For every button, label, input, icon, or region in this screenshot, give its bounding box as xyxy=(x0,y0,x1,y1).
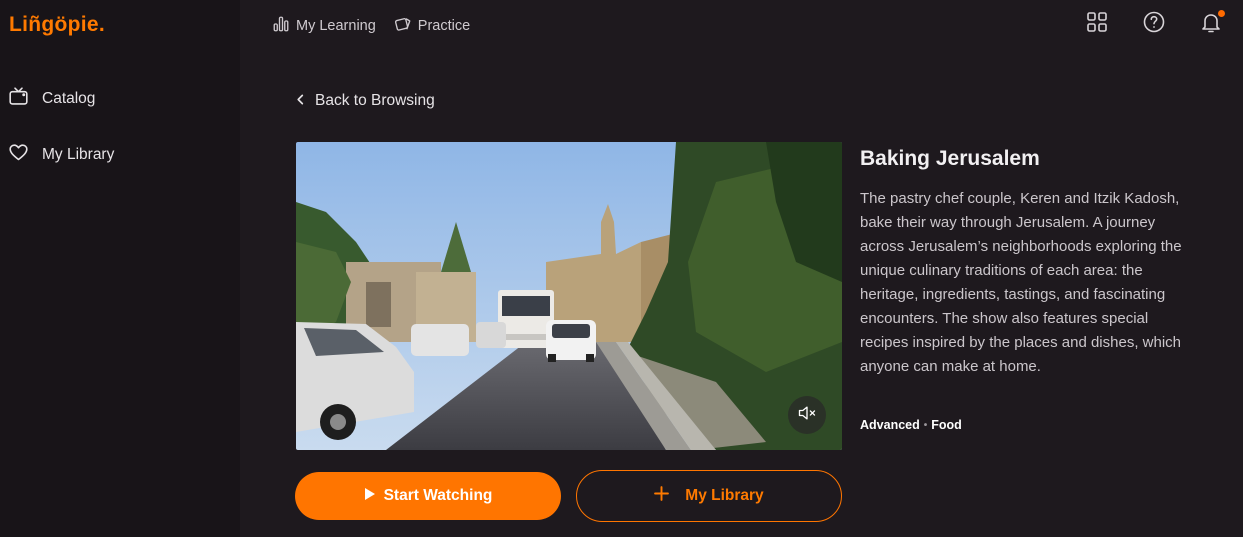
tv-icon xyxy=(8,86,29,112)
tag-separator: • xyxy=(923,419,928,431)
nav-label: My Learning xyxy=(296,18,376,34)
bell-icon[interactable] xyxy=(1199,9,1226,34)
notification-dot xyxy=(1217,9,1226,18)
start-watching-button[interactable]: Start Watching xyxy=(295,472,561,520)
show-description: The pastry chef couple, Keren and Itzik … xyxy=(860,190,1182,375)
back-to-browsing-link[interactable]: Back to Browsing xyxy=(295,92,435,110)
add-to-library-button[interactable]: My Library xyxy=(576,470,842,522)
top-navigation: My Learning Practice xyxy=(272,15,470,37)
start-watching-label: Start Watching xyxy=(383,487,493,504)
mute-toggle-button[interactable] xyxy=(788,396,826,434)
category-tag[interactable]: Food xyxy=(931,418,962,432)
show-title: Baking Jerusalem xyxy=(860,147,1040,170)
help-icon[interactable] xyxy=(1142,10,1166,34)
sidebar-item-catalog[interactable]: Catalog xyxy=(8,86,95,112)
chevron-left-icon xyxy=(295,92,306,110)
logo[interactable]: Liñgöpie. xyxy=(9,13,105,37)
top-right-icons xyxy=(1085,9,1226,34)
back-label: Back to Browsing xyxy=(315,92,435,109)
my-library-label: My Library xyxy=(685,487,764,504)
sidebar: Liñgöpie. Catalog My Library xyxy=(0,0,240,537)
sidebar-item-my-library[interactable]: My Library xyxy=(8,142,114,168)
nav-my-learning[interactable]: My Learning xyxy=(272,15,376,37)
sidebar-item-label: Catalog xyxy=(42,90,96,107)
nav-label: Practice xyxy=(417,18,471,34)
grid-icon[interactable] xyxy=(1085,10,1109,34)
play-icon xyxy=(364,487,376,506)
plus-icon xyxy=(654,486,670,506)
heart-icon xyxy=(8,142,29,168)
cards-icon xyxy=(394,15,412,37)
video-frame-image xyxy=(296,142,842,450)
bar-chart-icon xyxy=(272,15,290,37)
show-tags: Advanced • Food xyxy=(860,418,962,432)
nav-practice[interactable]: Practice xyxy=(394,15,470,37)
volume-muted-icon xyxy=(797,403,817,428)
video-preview[interactable] xyxy=(296,142,842,450)
level-tag[interactable]: Advanced xyxy=(860,418,920,432)
sidebar-item-label: My Library xyxy=(42,146,115,163)
